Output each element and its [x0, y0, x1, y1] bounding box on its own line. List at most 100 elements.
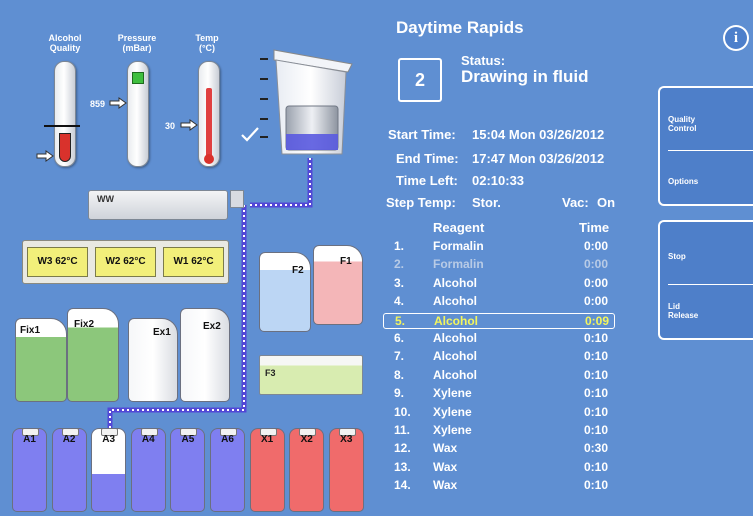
step-time: 0:10 [584, 367, 609, 382]
bottle-label: X2 [300, 434, 313, 445]
step-time: 0:00 [584, 239, 609, 253]
step-reagent: Alcohol [433, 294, 477, 309]
end-time-value: 17:47 Mon 03/26/2012 [472, 151, 605, 166]
fix1-container: Fix1 [15, 318, 67, 402]
f1-container: F1 [313, 245, 363, 325]
step-reagent: Xylene [433, 404, 472, 419]
bottle-x1: X1 [249, 428, 285, 512]
protocol-step: 2. Formalin 0:00 [383, 257, 615, 273]
step-time: 0:10 [584, 478, 609, 493]
protocol-step: 8. Alcohol 0:10 [383, 368, 615, 384]
protocol-step: 4. Alcohol 0:00 [383, 294, 615, 310]
quality-control-button[interactable]: Quality Control [668, 115, 696, 133]
bottle-a6: A6 [210, 428, 245, 512]
stop-button[interactable]: Stop [668, 252, 686, 261]
bottle-x3: X3 [328, 428, 364, 512]
step-reagent: Formalin [433, 257, 484, 272]
protocol-step: 12. Wax 0:30 [383, 441, 615, 457]
status-value: Drawing in fluid [461, 67, 589, 86]
wax-bath-w2: W2 62°C [95, 247, 156, 277]
step-reagent: Wax [433, 441, 458, 456]
step-time: 0:00 [584, 294, 609, 309]
step-time: 0:10 [584, 386, 609, 401]
bottle-label: A4 [141, 434, 155, 445]
step-time: 0:30 [584, 441, 609, 456]
bottle-label: A5 [181, 434, 195, 445]
step-index: 13. [394, 459, 411, 474]
step-index: 8. [394, 367, 405, 382]
step-reagent: Alcohol [434, 313, 478, 328]
step-reagent: Xylene [433, 386, 472, 401]
step-reagent: Alcohol [433, 331, 477, 345]
f2-container: F2 [259, 252, 311, 332]
step-index: 5. [395, 313, 406, 328]
vac-value: On [597, 195, 616, 210]
f1-label: F1 [340, 256, 352, 267]
ex1-label: Ex1 [153, 327, 171, 338]
step-index: 12. [394, 441, 411, 456]
step-reagent: Alcohol [433, 367, 477, 382]
step-index: 3. [394, 275, 405, 290]
bottle-x2: X2 [289, 428, 325, 512]
step-reagent: Alcohol [433, 349, 477, 364]
bottle-a4: A4 [130, 428, 166, 512]
info-button[interactable]: i [723, 25, 749, 51]
step-number: 2 [414, 70, 425, 90]
step-time: 0:10 [584, 459, 609, 474]
ex2-label: Ex2 [203, 321, 221, 332]
reagent-column-header: Reagent [433, 220, 485, 235]
wax-bath-w1: W1 62°C [163, 247, 224, 277]
protocol-step: 14. Wax 0:10 [383, 478, 615, 494]
protocol-step: 3. Alcohol 0:00 [383, 276, 615, 292]
protocol-step: 11. Xylene 0:10 [383, 423, 615, 439]
step-index: 4. [394, 294, 405, 309]
wax-bath-label: W3 62°C [37, 256, 78, 267]
ex1-container: Ex1 [128, 318, 178, 402]
time-left-value: 02:10:33 [472, 173, 525, 188]
bottle-label: X1 [260, 434, 274, 445]
protocol-step: 7. Alcohol 0:10 [383, 349, 615, 365]
step-index: 14. [394, 478, 411, 493]
ex2-container: Ex2 [180, 308, 230, 402]
step-reagent: Xylene [433, 423, 472, 437]
step-number-box: 2 [398, 58, 442, 102]
fix2-container: Fix2 [67, 308, 119, 402]
start-time-label: Start Time: [388, 127, 456, 142]
step-reagent: Formalin [433, 239, 484, 253]
step-time: 0:10 [584, 349, 609, 364]
f2-label: F2 [292, 265, 304, 276]
time-left-label: Time Left: [396, 173, 458, 188]
protocol-step-current: 5. Alcohol 0:09 [383, 312, 615, 329]
step-temp-label: Step Temp: [386, 195, 456, 210]
bottle-label: A1 [23, 434, 36, 445]
protocol-step: 6. Alcohol 0:10 [383, 331, 615, 347]
step-time: 0:10 [584, 404, 609, 419]
wax-bath-w3: W3 62°C [27, 247, 88, 277]
info-icon: i [725, 27, 747, 49]
f3-label: F3 [265, 368, 276, 378]
bottle-label: A6 [221, 434, 234, 445]
step-index: 10. [394, 404, 411, 419]
protocol-step: 9. Xylene 0:10 [383, 386, 615, 402]
vac-label: Vac: [562, 195, 589, 210]
step-time: 0:10 [584, 423, 609, 437]
step-index: 9. [394, 386, 405, 401]
protocol-step: 13. Wax 0:10 [383, 460, 615, 476]
step-time: 0:00 [584, 257, 609, 272]
bottle-a2: A2 [51, 428, 87, 512]
quality-options-panel: Quality Control Options [658, 86, 753, 206]
protocol-name: Daytime Rapids [396, 18, 524, 37]
step-temp-value: Stor. [472, 195, 501, 210]
f3-container: F3 [259, 355, 363, 395]
waste-water-container: WW [88, 190, 228, 220]
bottle-label: X3 [340, 434, 353, 445]
options-button[interactable]: Options [668, 177, 698, 186]
status-label: Status: [461, 53, 506, 68]
lid-release-button[interactable]: Lid Release [668, 302, 698, 320]
wax-bath-label: W1 62°C [173, 256, 214, 267]
bottle-label: A2 [62, 434, 76, 445]
step-reagent: Wax [433, 478, 458, 493]
ww-label: WW [97, 194, 114, 204]
wax-bath-label: W2 62°C [105, 256, 146, 267]
step-index: 1. [394, 239, 405, 253]
